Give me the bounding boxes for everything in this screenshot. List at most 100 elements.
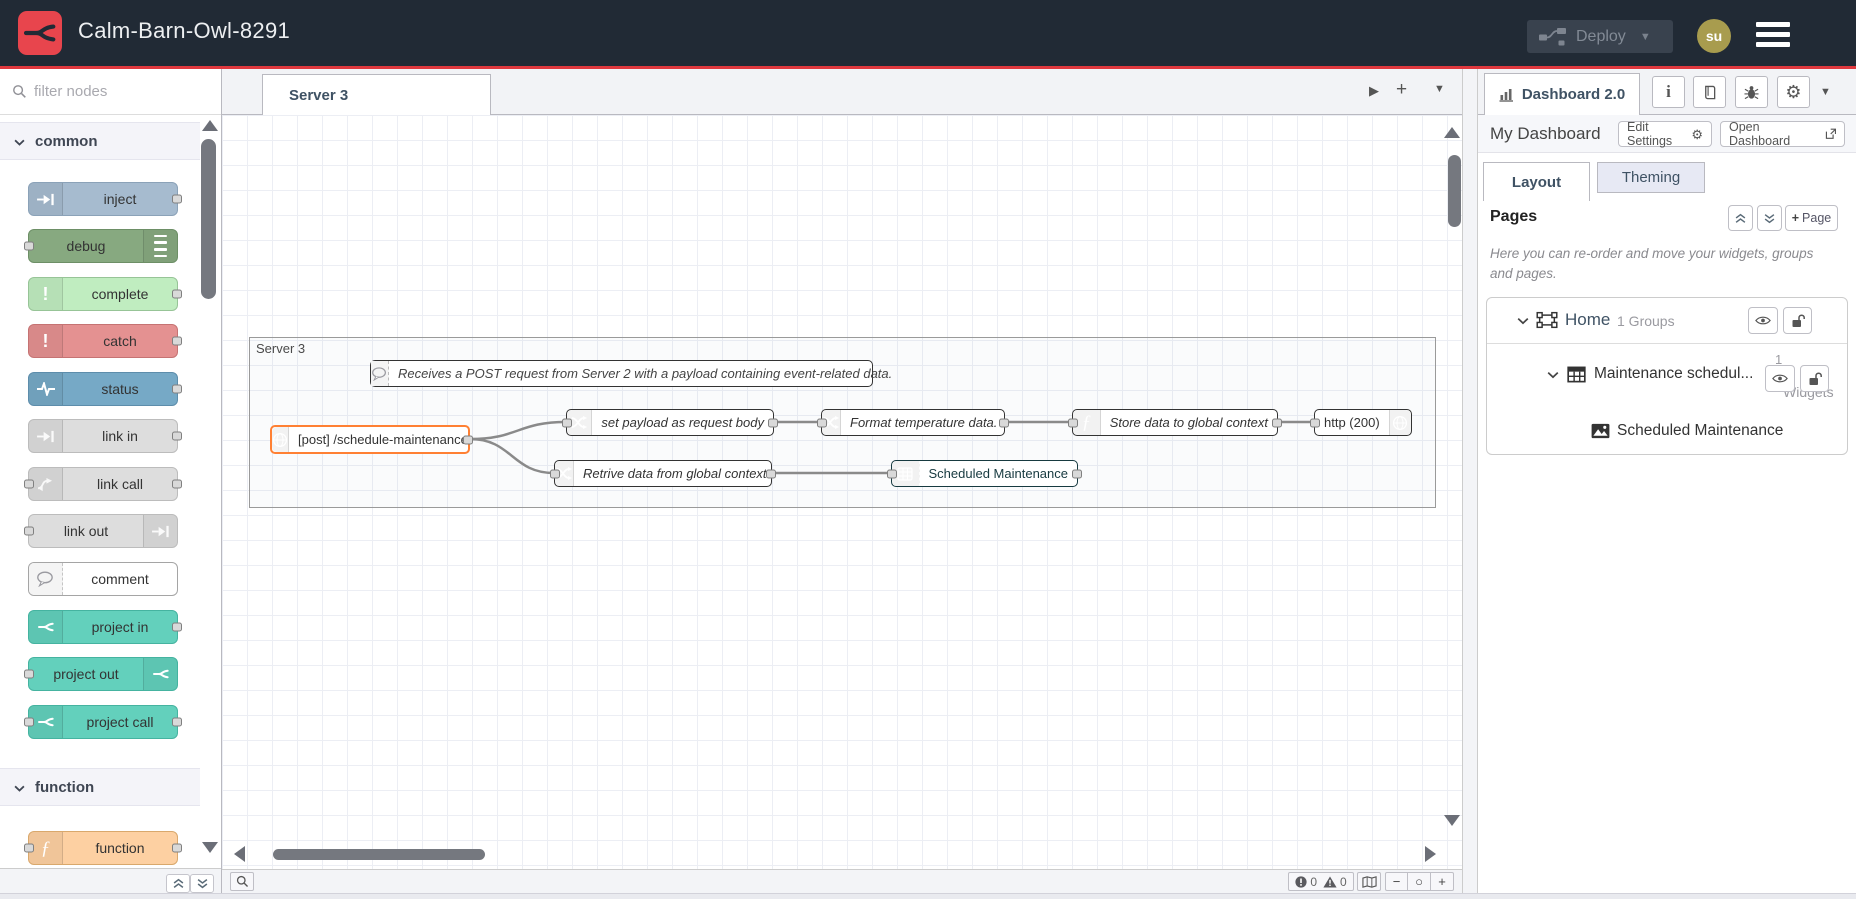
- palette-expand-all-button[interactable]: [190, 874, 214, 893]
- minimap-button[interactable]: [1357, 872, 1381, 891]
- zoom-reset-button[interactable]: ○: [1408, 872, 1431, 891]
- output-port[interactable]: [172, 289, 182, 299]
- palette-node-complete[interactable]: ! complete: [28, 277, 182, 311]
- tab-scroll-right-icon[interactable]: ▶: [1369, 83, 1379, 99]
- canvas-scroll-down-arrow[interactable]: [1444, 815, 1460, 826]
- palette-scroll-up-arrow[interactable]: [202, 120, 218, 131]
- input-port[interactable]: [24, 669, 34, 679]
- config-tab-button[interactable]: ⚙: [1777, 76, 1810, 108]
- flow-list-caret[interactable]: ▼: [1434, 83, 1445, 95]
- output-port[interactable]: [172, 336, 182, 346]
- canvas-scroll-right-arrow[interactable]: [1425, 846, 1436, 862]
- chevron-down-icon[interactable]: [1547, 371, 1559, 379]
- change-node-format-temperature[interactable]: Format temperature data.: [817, 409, 1009, 436]
- change-node-set-payload[interactable]: set payload as request body: [562, 409, 778, 436]
- change-node-retrieve-data[interactable]: Retrive data from global context: [550, 460, 776, 487]
- input-port[interactable]: [24, 843, 34, 853]
- comment-node[interactable]: Receives a POST request from Server 2 wi…: [370, 360, 892, 387]
- deploy-button[interactable]: Deploy ▼: [1527, 20, 1673, 53]
- add-page-button[interactable]: + Page: [1785, 205, 1838, 231]
- tree-row-widget-scheduled-maintenance[interactable]: Scheduled Maintenance: [1487, 410, 1849, 454]
- palette-filter-input[interactable]: [0, 69, 221, 114]
- info-tab-button[interactable]: i: [1652, 76, 1685, 108]
- tree-row-group-maintenance[interactable]: Maintenance schedul... 1 Widgets: [1487, 344, 1849, 410]
- input-port[interactable]: [24, 526, 34, 536]
- canvas-scroll-up-arrow[interactable]: [1444, 127, 1460, 138]
- input-port[interactable]: [550, 469, 560, 478]
- http-response-node[interactable]: http (200): [1310, 409, 1412, 436]
- palette-collapse-all-button[interactable]: [166, 874, 190, 893]
- add-flow-button[interactable]: +: [1396, 79, 1407, 101]
- palette-node-comment[interactable]: comment: [28, 562, 178, 596]
- output-port[interactable]: [172, 843, 182, 853]
- function-node-store-data[interactable]: ƒ Store data to global context: [1068, 409, 1282, 436]
- http-in-node[interactable]: [post] /schedule-maintenance: [270, 425, 473, 454]
- flow-tab-server3[interactable]: Server 3: [262, 74, 491, 115]
- output-port[interactable]: [172, 479, 182, 489]
- user-avatar[interactable]: su: [1697, 19, 1731, 53]
- palette-scroll-down-arrow[interactable]: [202, 842, 218, 853]
- edit-settings-button[interactable]: Edit Settings ⚙: [1618, 120, 1712, 148]
- sidebar-options-caret[interactable]: ▼: [1820, 86, 1831, 98]
- output-port[interactable]: [463, 435, 473, 444]
- palette-node-project-in[interactable]: project in: [28, 610, 182, 644]
- output-port[interactable]: [172, 194, 182, 204]
- output-port[interactable]: [768, 418, 778, 427]
- help-tab-button[interactable]: [1693, 76, 1726, 108]
- move-page-up-button[interactable]: [1728, 205, 1753, 231]
- toggle-lock-button[interactable]: [1783, 307, 1812, 334]
- move-page-down-button[interactable]: [1757, 205, 1782, 231]
- palette-node-function[interactable]: ƒ function: [24, 831, 182, 865]
- output-port[interactable]: [172, 717, 182, 727]
- palette-node-debug[interactable]: debug: [24, 229, 178, 263]
- chevron-down-icon[interactable]: [1517, 317, 1529, 325]
- toggle-visibility-button[interactable]: [1765, 365, 1795, 392]
- output-port[interactable]: [1272, 418, 1282, 427]
- sidebar-tab-dashboard[interactable]: Dashboard 2.0: [1484, 73, 1640, 115]
- palette-category-common[interactable]: common: [0, 122, 200, 160]
- input-port[interactable]: [24, 479, 34, 489]
- palette-node-project-call[interactable]: project call: [24, 705, 182, 739]
- input-port[interactable]: [817, 418, 827, 427]
- input-port[interactable]: [24, 241, 34, 251]
- zoom-out-button[interactable]: −: [1385, 872, 1408, 891]
- output-port[interactable]: [766, 469, 776, 478]
- main-menu-button[interactable]: [1756, 22, 1790, 47]
- output-port[interactable]: [172, 384, 182, 394]
- open-dashboard-button[interactable]: Open Dashboard: [1720, 120, 1845, 148]
- input-port[interactable]: [24, 717, 34, 727]
- flow-canvas[interactable]: Server 3 Receives a POST request from Se…: [222, 115, 1462, 869]
- ui-table-node[interactable]: Scheduled Maintenance: [887, 460, 1082, 487]
- sidebar-resize-handle[interactable]: [1462, 69, 1478, 893]
- canvas-search-button[interactable]: [230, 872, 254, 891]
- output-port[interactable]: [172, 622, 182, 632]
- input-port[interactable]: [562, 418, 572, 427]
- input-port[interactable]: [1068, 418, 1078, 427]
- output-port[interactable]: [172, 431, 182, 441]
- deploy-options-caret[interactable]: ▼: [1640, 31, 1651, 43]
- palette-scrollbar-thumb[interactable]: [201, 139, 216, 299]
- palette-node-status[interactable]: status: [28, 372, 182, 406]
- canvas-scroll-left-arrow[interactable]: [234, 846, 245, 862]
- palette-node-link-call[interactable]: link call: [24, 467, 182, 501]
- input-port[interactable]: [887, 469, 897, 478]
- tree-row-page-home[interactable]: Home 1 Groups: [1487, 298, 1847, 344]
- palette-node-link-out[interactable]: link out: [24, 514, 178, 548]
- zoom-in-button[interactable]: +: [1431, 872, 1454, 891]
- palette-node-catch[interactable]: ! catch: [28, 324, 182, 358]
- palette-node-project-out[interactable]: project out: [24, 657, 178, 691]
- dashboard-tab-theming[interactable]: Theming: [1597, 162, 1705, 193]
- output-port[interactable]: [999, 418, 1009, 427]
- canvas-horizontal-scrollbar-thumb[interactable]: [273, 849, 485, 860]
- toggle-visibility-button[interactable]: [1748, 307, 1778, 334]
- dashboard-tab-layout[interactable]: Layout: [1483, 162, 1590, 201]
- input-port[interactable]: [1310, 418, 1320, 427]
- debug-tab-button[interactable]: [1735, 76, 1768, 108]
- toggle-lock-button[interactable]: [1800, 365, 1829, 392]
- output-port[interactable]: [1072, 469, 1082, 478]
- notification-badges[interactable]: 0 0: [1288, 872, 1354, 891]
- palette-node-link-in[interactable]: link in: [28, 419, 182, 453]
- palette-node-inject[interactable]: inject: [28, 182, 182, 216]
- palette-category-function[interactable]: function: [0, 768, 200, 806]
- canvas-vertical-scrollbar-thumb[interactable]: [1448, 155, 1461, 227]
